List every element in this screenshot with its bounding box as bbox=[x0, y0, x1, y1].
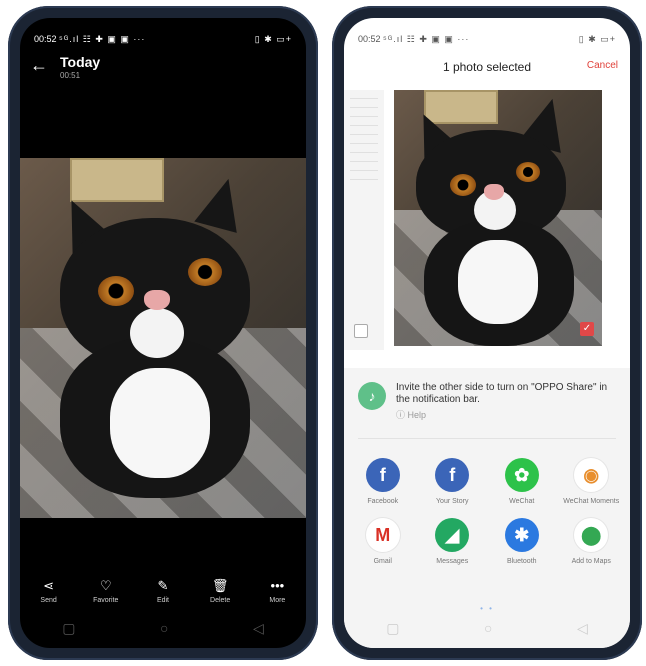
divider bbox=[358, 438, 616, 439]
share-target-label: WeChat bbox=[509, 498, 535, 505]
share-screen: 00:52 ⁵ᴳ.ıl ☷ ✚ ▣ ▣ ··· ▯ ✱ ▭+ 1 photo s… bbox=[344, 18, 630, 648]
system-nav-bar: ▢ ○ ◁ bbox=[344, 616, 630, 640]
oppo-share-message: Invite the other side to turn on "OPPO S… bbox=[396, 382, 608, 405]
trash-icon: 🗑 bbox=[211, 578, 229, 593]
page-indicator: • • bbox=[480, 604, 494, 613]
edit-button[interactable]: ✎ Edit bbox=[138, 578, 188, 618]
oppo-share-prompt: ♪ Invite the other side to turn on "OPPO… bbox=[358, 382, 616, 426]
favorite-button[interactable]: ♡ Favorite bbox=[81, 578, 131, 618]
share-app-grid: f Facebook f Your Story ✿ WeChat ◉ WeChat Momen… bbox=[348, 458, 626, 566]
wechat-icon: ✿ bbox=[504, 458, 539, 492]
viewer-header: ← Today 00:51 bbox=[30, 54, 296, 88]
share-target-bluetooth[interactable]: ✱ Bluetooth bbox=[487, 518, 557, 566]
share-target-label: Messages bbox=[436, 558, 469, 565]
maps-icon: ⬤ bbox=[574, 518, 609, 552]
recents-icon[interactable]: ▢ bbox=[62, 620, 75, 637]
signal-icons: ⁵ᴳ.ıl ☷ ✚ ▣ ▣ ··· bbox=[59, 33, 146, 44]
share-target-messages[interactable]: ◢ Messages bbox=[418, 518, 488, 566]
share-target-label: Add to Maps bbox=[571, 558, 611, 565]
previous-photo-thumbnail[interactable] bbox=[344, 90, 384, 350]
moments-icon: ◉ bbox=[574, 458, 609, 492]
status-time: 00:52 bbox=[358, 33, 381, 44]
share-target-label: Your Story bbox=[436, 498, 469, 505]
share-target-facebook[interactable]: f Facebook bbox=[348, 458, 418, 506]
share-target-wechat[interactable]: ✿ WeChat bbox=[487, 458, 557, 506]
left-phone-frame: 00:52 ⁵ᴳ.ıl ☷ ✚ ▣ ▣ ··· ▯ ✱ ▭+ ← Today 0… bbox=[8, 6, 318, 660]
battery-icons: ▯ ✱ ▭+ bbox=[578, 33, 616, 44]
photo-viewer-screen: 00:52 ⁵ᴳ.ıl ☷ ✚ ▣ ▣ ··· ▯ ✱ ▭+ ← Today 0… bbox=[20, 18, 306, 648]
home-icon[interactable]: ○ bbox=[484, 620, 492, 636]
share-target-label: Facebook bbox=[367, 498, 399, 505]
page-title: Today bbox=[60, 54, 101, 70]
share-header: 1 photo selected Cancel bbox=[344, 60, 630, 80]
cat-figure bbox=[20, 158, 306, 518]
system-nav-bar: ▢ ○ ◁ bbox=[20, 616, 306, 640]
back-icon[interactable]: ◁ bbox=[253, 620, 264, 637]
more-icon: ••• bbox=[270, 578, 285, 593]
send-button[interactable]: ⋖ Send bbox=[24, 578, 74, 618]
help-link[interactable]: ⓘ Help bbox=[396, 408, 616, 421]
more-button[interactable]: ••• More bbox=[252, 578, 302, 618]
cat-figure bbox=[394, 90, 602, 346]
share-target-gmail[interactable]: M Gmail bbox=[348, 518, 418, 566]
share-sheet: ♪ Invite the other side to turn on "OPPO… bbox=[344, 368, 630, 648]
gmail-icon: M bbox=[365, 518, 400, 552]
status-bar: 00:52 ⁵ᴳ.ıl ☷ ✚ ▣ ▣ ··· ▯ ✱ ▭+ bbox=[358, 32, 616, 46]
cat-eye-right bbox=[516, 162, 540, 182]
back-icon[interactable]: ◁ bbox=[577, 620, 588, 637]
share-icon: ⋖ bbox=[43, 578, 55, 593]
status-time: 00:52 bbox=[34, 33, 57, 44]
cancel-button[interactable]: Cancel bbox=[587, 60, 618, 71]
back-arrow-icon[interactable]: ← bbox=[30, 54, 60, 76]
share-target-facebook-story[interactable]: f Your Story bbox=[418, 458, 488, 506]
selected-cat-photo[interactable]: ✓ bbox=[394, 90, 602, 346]
cat-photo[interactable] bbox=[20, 158, 306, 518]
bell-icon: ♪ bbox=[358, 382, 386, 410]
selected-checkbox[interactable]: ✓ bbox=[580, 322, 594, 336]
cat-eye-left bbox=[98, 276, 134, 306]
share-target-label: Gmail bbox=[373, 558, 392, 565]
cat-eye-right bbox=[188, 258, 222, 286]
recents-icon[interactable]: ▢ bbox=[386, 620, 399, 637]
right-phone-frame: 00:52 ⁵ᴳ.ıl ☷ ✚ ▣ ▣ ··· ▯ ✱ ▭+ 1 photo s… bbox=[332, 6, 642, 660]
share-target-label: WeChat Moments bbox=[563, 498, 620, 505]
share-target-label: Bluetooth bbox=[506, 558, 537, 565]
bluetooth-icon: ✱ bbox=[504, 518, 539, 552]
battery-icons: ▯ ✱ ▭+ bbox=[254, 33, 292, 44]
home-icon[interactable]: ○ bbox=[160, 620, 168, 636]
facebook-story-icon: f bbox=[435, 458, 470, 492]
messages-icon: ◢ bbox=[435, 518, 470, 552]
status-bar: 00:52 ⁵ᴳ.ıl ☷ ✚ ▣ ▣ ··· ▯ ✱ ▭+ bbox=[34, 32, 292, 46]
cat-eye-left bbox=[450, 174, 476, 196]
share-target-maps[interactable]: ⬤ Add to Maps bbox=[557, 518, 627, 566]
photo-time: 00:51 bbox=[60, 71, 81, 80]
facebook-icon: f bbox=[365, 458, 400, 492]
heart-icon: ♡ bbox=[99, 578, 112, 593]
edit-icon: ✎ bbox=[157, 578, 169, 593]
share-target-moments[interactable]: ◉ WeChat Moments bbox=[557, 458, 627, 506]
delete-button[interactable]: 🗑 Delete bbox=[195, 578, 245, 618]
unselected-checkbox[interactable] bbox=[354, 324, 368, 338]
viewer-action-bar: ⋖ Send ♡ Favorite ✎ Edit 🗑 Delete ••• Mo… bbox=[20, 578, 306, 618]
signal-icons: ⁵ᴳ.ıl ☷ ✚ ▣ ▣ ··· bbox=[383, 33, 470, 44]
